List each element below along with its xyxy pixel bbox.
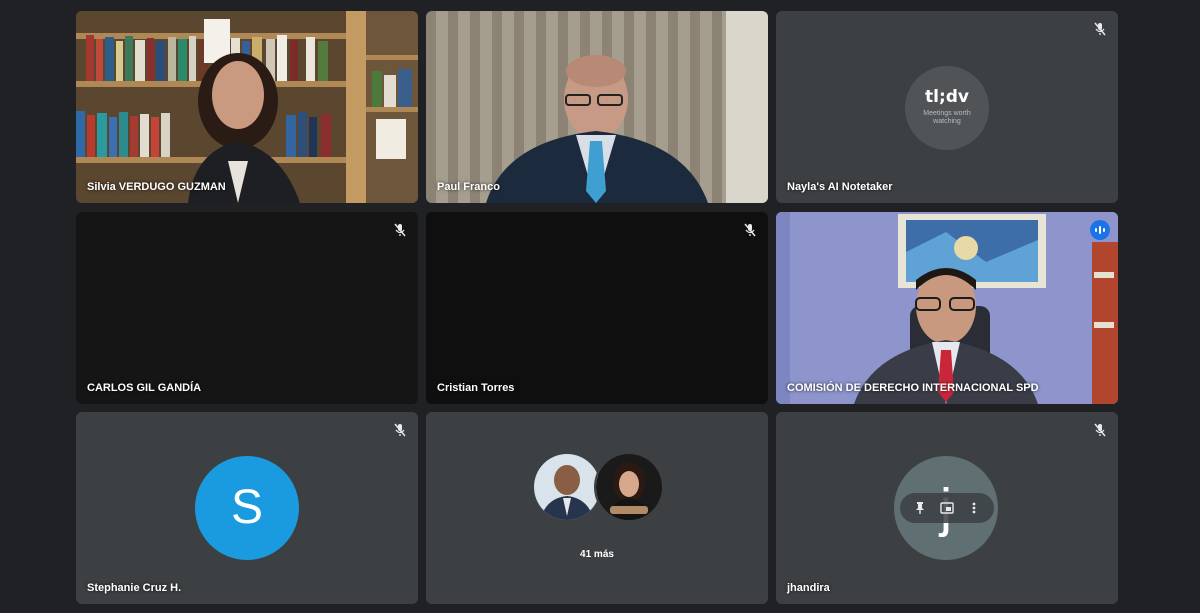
participant-name: Paul Franco bbox=[437, 181, 500, 193]
avatar bbox=[532, 452, 602, 522]
tldv-logo-avatar: tl;dv Meetings worth watching bbox=[905, 66, 989, 150]
tile-hover-controls bbox=[900, 493, 994, 523]
participant-tile-paul[interactable]: Paul Franco bbox=[426, 11, 768, 203]
participant-tile-carlos[interactable]: CARLOS GIL GANDÍA bbox=[76, 212, 418, 404]
participant-name: Stephanie Cruz H. bbox=[87, 582, 182, 594]
tldv-logo: tl;dv bbox=[924, 87, 969, 107]
mic-off-icon bbox=[1092, 422, 1108, 438]
participant-name: Cristian Torres bbox=[437, 382, 515, 394]
others-count: 41 más bbox=[580, 549, 614, 560]
tldv-tagline: Meetings worth watching bbox=[923, 110, 971, 125]
audio-level-icon bbox=[1090, 220, 1110, 240]
participant-tile-others[interactable]: 41 más bbox=[426, 412, 768, 604]
others-avatars bbox=[532, 452, 664, 522]
pin-icon[interactable] bbox=[910, 498, 930, 518]
participant-tile-stephanie[interactable]: S Stephanie Cruz H. bbox=[76, 412, 418, 604]
participant-tile-jhandira[interactable]: j jhandira bbox=[776, 412, 1118, 604]
participant-name: Silvia VERDUGO GUZMAN bbox=[87, 181, 226, 193]
mic-off-icon bbox=[1092, 21, 1108, 37]
avatar bbox=[594, 452, 664, 522]
participant-name: jhandira bbox=[787, 582, 830, 594]
participant-tile-silvia[interactable]: Silvia VERDUGO GUZMAN bbox=[76, 11, 418, 203]
participant-tile-notetaker[interactable]: tl;dv Meetings worth watching Nayla's AI… bbox=[776, 11, 1118, 203]
mic-off-icon bbox=[392, 422, 408, 438]
participant-tile-comision[interactable]: COMISIÓN DE DERECHO INTERNACIONAL SPD bbox=[776, 212, 1118, 404]
more-vert-icon[interactable] bbox=[964, 498, 984, 518]
mic-off-icon bbox=[392, 222, 408, 238]
participant-video bbox=[426, 11, 768, 203]
participant-name: CARLOS GIL GANDÍA bbox=[87, 382, 202, 394]
participant-name: COMISIÓN DE DERECHO INTERNACIONAL SPD bbox=[787, 382, 1039, 394]
participant-tile-cristian[interactable]: Cristian Torres bbox=[426, 212, 768, 404]
participant-video bbox=[776, 212, 1118, 404]
participant-name: Nayla's AI Notetaker bbox=[787, 181, 893, 193]
mic-off-icon bbox=[742, 222, 758, 238]
avatar: S bbox=[195, 456, 299, 560]
participant-video bbox=[76, 11, 418, 203]
picture-in-picture-icon[interactable] bbox=[937, 498, 957, 518]
